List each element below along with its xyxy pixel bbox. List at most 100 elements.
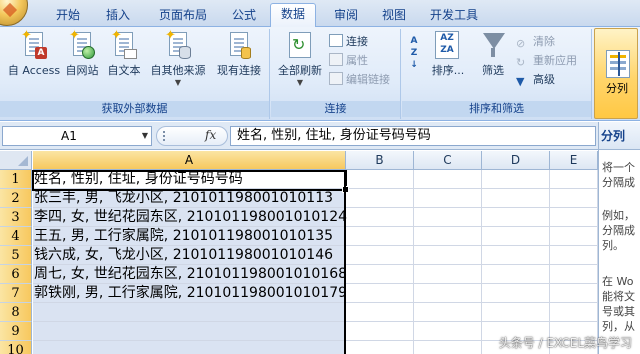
cell-c10[interactable] [414, 341, 482, 354]
cell-e5[interactable] [550, 246, 598, 265]
cell-a1[interactable]: 姓名, 性别, 住址, 身份证号码号码 [33, 170, 346, 189]
clear-button[interactable]: ⊘ 清除 [516, 33, 555, 50]
row-header[interactable]: 7 [0, 284, 32, 303]
cell-d1[interactable] [482, 170, 550, 189]
cell-b9[interactable] [346, 322, 414, 341]
group-label-sort-filter: 排序和筛选 [402, 101, 591, 117]
column-header-b[interactable]: B [346, 151, 414, 170]
cell-b8[interactable] [346, 303, 414, 322]
reapply-button[interactable]: ↻ 重新应用 [516, 52, 577, 69]
cell-e2[interactable] [550, 189, 598, 208]
cell-c1[interactable] [414, 170, 482, 189]
cell-e1[interactable] [550, 170, 598, 189]
sort-button[interactable]: AZ ZA 排序... [426, 31, 470, 78]
drag-handle-icon[interactable] [163, 131, 166, 141]
column-header-d[interactable]: D [482, 151, 550, 170]
select-all-corner[interactable] [0, 151, 32, 170]
row-header[interactable]: 1 [0, 170, 32, 189]
cell-c9[interactable] [414, 322, 482, 341]
help-pane-title: 分列 [599, 122, 640, 150]
cell-d4[interactable] [482, 227, 550, 246]
cell-c7[interactable] [414, 284, 482, 303]
row-header[interactable]: 10 [0, 341, 32, 354]
cell-a10[interactable] [33, 341, 346, 354]
cell-c5[interactable] [414, 246, 482, 265]
cell-a6[interactable]: 周七, 女, 世纪花园东区, 210101198001010168 [33, 265, 347, 284]
help-pane: 分列 将一个 分隔成 例如， 分隔成 列。 在 Wo 能将文 号或其 列，从 [598, 122, 640, 354]
from-access-button[interactable]: ✦ A 自 Access [6, 29, 62, 78]
row-header[interactable]: 9 [0, 322, 32, 341]
cell-b1[interactable] [346, 170, 414, 189]
existing-connections-button[interactable]: 现有连接 [212, 31, 266, 78]
row-header[interactable]: 5 [0, 246, 32, 265]
cell-d5[interactable] [482, 246, 550, 265]
filter-button[interactable]: 筛选 [474, 31, 512, 78]
ribbon-tab-strip: 开始 插入 页面布局 公式 数据 审阅 视图 开发工具 [0, 0, 640, 28]
cell-e8[interactable] [550, 303, 598, 322]
formula-bar: A1 ▼ fx 姓名, 性别, 住址, 身份证号码号码 [0, 122, 598, 150]
cell-a8[interactable] [33, 303, 346, 322]
row-header[interactable]: 6 [0, 265, 32, 284]
from-text-button[interactable]: ✦ 自文本 [104, 29, 144, 78]
cell-d6[interactable] [482, 265, 550, 284]
tab-developer[interactable]: 开发工具 [422, 5, 486, 27]
cell-d2[interactable] [482, 189, 550, 208]
cell-a7[interactable]: 郭铁刚, 男, 工行家属院, 210101198001010179 [33, 284, 347, 303]
insert-function-icon[interactable]: fx [205, 128, 216, 142]
column-header-c[interactable]: C [414, 151, 482, 170]
tab-data[interactable]: 数据 [270, 3, 316, 28]
tab-view[interactable]: 视图 [372, 5, 416, 27]
tab-page-layout[interactable]: 页面布局 [150, 5, 216, 27]
cell-d7[interactable] [482, 284, 550, 303]
row-header[interactable]: 3 [0, 208, 32, 227]
row-header[interactable]: 4 [0, 227, 32, 246]
cell-b4[interactable] [346, 227, 414, 246]
edit-links-button[interactable]: 编辑链接 [329, 71, 390, 88]
formula-input[interactable]: 姓名, 性别, 住址, 身份证号码号码 [230, 126, 596, 146]
from-other-sources-button[interactable]: ✦ 自其他来源 ▼ [146, 29, 210, 87]
cell-b10[interactable] [346, 341, 414, 354]
help-text-line: 号或其 [602, 305, 635, 318]
cell-c8[interactable] [414, 303, 482, 322]
row-header[interactable]: 2 [0, 189, 32, 208]
cell-a3[interactable]: 李四, 女, 世纪花园东区, 210101198001010124 [33, 208, 347, 227]
table-row: 李四, 女, 世纪花园东区, 210101198001010124 [33, 208, 598, 227]
cell-b5[interactable] [346, 246, 414, 265]
tab-insert[interactable]: 插入 [96, 5, 140, 27]
cell-e4[interactable] [550, 227, 598, 246]
cell-b2[interactable] [346, 189, 414, 208]
cell-c2[interactable] [414, 189, 482, 208]
sort-ascending-icon[interactable]: A Z ↓ [404, 35, 424, 70]
cell-c4[interactable] [414, 227, 482, 246]
cell-e6[interactable] [550, 265, 598, 284]
advanced-filter-button[interactable]: ▼ 高级 [516, 71, 555, 88]
tab-review[interactable]: 审阅 [324, 5, 368, 27]
cell-a2[interactable]: 张三丰, 男, 飞龙小区, 210101198001010113 [33, 189, 346, 208]
tab-formulas[interactable]: 公式 [222, 5, 266, 27]
office-button[interactable] [0, 0, 28, 26]
cell-b3[interactable] [346, 208, 414, 227]
from-web-button[interactable]: ✦ 自网站 [62, 29, 102, 78]
cell-a9[interactable] [33, 322, 346, 341]
row-header[interactable]: 8 [0, 303, 32, 322]
chevron-down-icon[interactable]: ▼ [142, 127, 148, 145]
cell-d8[interactable] [482, 303, 550, 322]
connections-button[interactable]: 连接 [329, 33, 368, 50]
cell-a4[interactable]: 王五, 男, 工行家属院, 210101198001010135 [33, 227, 346, 246]
properties-button[interactable]: 属性 [329, 52, 368, 69]
cell-a5[interactable]: 钱六成, 女, 飞龙小区, 210101198001010146 [33, 246, 346, 265]
cell-b7[interactable] [346, 284, 414, 303]
name-box[interactable]: A1 ▼ [2, 126, 152, 146]
text-to-columns-button[interactable]: 分列 [594, 28, 638, 119]
cell-e3[interactable] [550, 208, 598, 227]
cell-b6[interactable] [346, 265, 414, 284]
cell-c6[interactable] [414, 265, 482, 284]
cell-c3[interactable] [414, 208, 482, 227]
tab-home[interactable]: 开始 [46, 5, 90, 27]
cell-d3[interactable] [482, 208, 550, 227]
column-header-a[interactable]: A [33, 151, 346, 170]
column-header-e[interactable]: E [550, 151, 598, 170]
dropdown-arrow-icon: ▼ [296, 78, 304, 87]
cell-e7[interactable] [550, 284, 598, 303]
refresh-all-button[interactable]: 全部刷新 ▼ [273, 31, 327, 87]
